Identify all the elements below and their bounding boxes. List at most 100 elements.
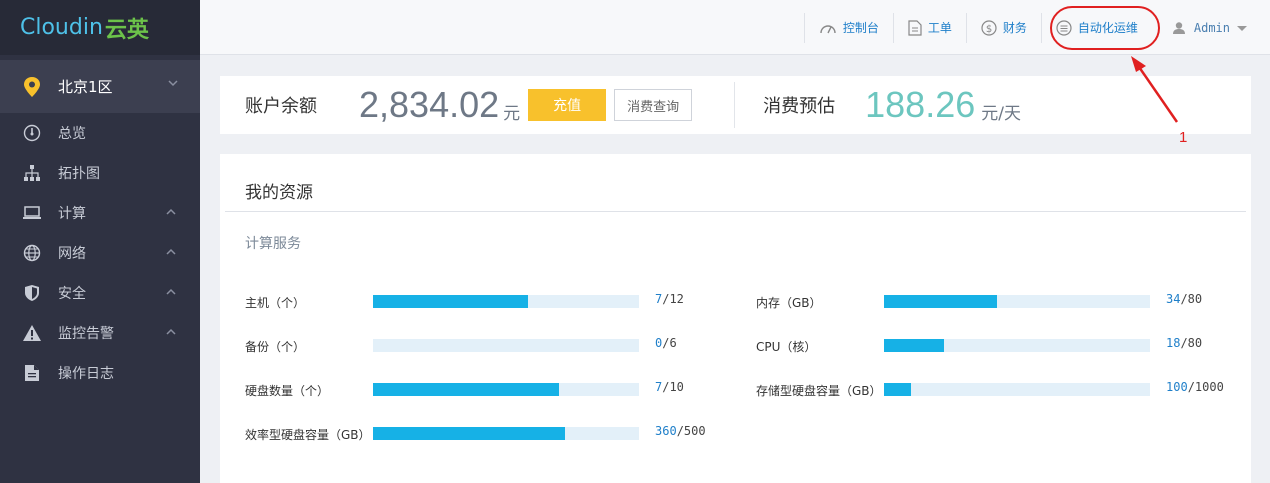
user-name: Admin [1193,20,1230,35]
usage-bar [373,295,639,308]
usage-value: 18/80 [1166,336,1202,350]
usage-value: 0/6 [655,336,677,350]
resource-row-backups: 备份（个） 0/6 [245,334,715,354]
sidebar-item-label: 总览 [58,126,86,142]
location-pin-icon [24,76,40,97]
usage-total: /10 [662,380,684,394]
usage-total: /12 [662,292,684,306]
usage-fill [373,295,529,308]
sidebar-item-label: 网络 [58,246,86,262]
usage-total: /80 [1180,292,1203,306]
usage-fill [884,383,911,396]
region-label: 北京1区 [58,78,113,96]
usage-used: 360 [655,424,677,438]
chevron-up-icon [166,288,176,295]
usage-fill [884,295,998,308]
globe-icon [22,243,42,263]
usage-used: 34 [1166,292,1181,306]
usage-bar [373,383,639,396]
resources-card: 我的资源 计算服务 主机（个） 7/12 备份（个） 0/6 硬盘数量（个） 7… [220,154,1251,483]
sidebar-item-overview[interactable]: 总览 [0,113,200,153]
user-menu[interactable]: Admin [1152,21,1270,35]
sidebar-item-compute[interactable]: 计算 [0,193,200,233]
gauge-icon [820,24,836,33]
resource-row-cpu: CPU（核） 18/80 [756,334,1226,354]
sidebar-item-label: 监控告警 [58,326,114,342]
sidebar-item-monitoring[interactable]: 监控告警 [0,313,200,353]
estimate-unit: 元/天 [981,103,1021,124]
usage-total: /500 [676,424,706,438]
topnav-ticket-label: 工单 [927,21,952,35]
topnav-finance[interactable]: $ 财务 [965,12,1041,43]
sidebar-nav: 总览 拓扑图 计算 网络 安全 监控告警 操作日志 [0,113,200,393]
usage-bar [373,339,639,352]
resource-row-memory: 内存（GB） 34/80 [756,290,1226,310]
document-icon [22,363,42,383]
topnav-console-label: 控制台 [842,21,879,35]
shield-icon [22,283,42,303]
topnav-finance-label: 财务 [1002,21,1027,35]
sidebar: Cloudin 云英 北京1区 总览 拓扑图 计算 网络 安全 监控告警 操作日… [0,0,200,483]
consumption-query-button[interactable]: 消费查询 [614,89,693,121]
sidebar-item-topology[interactable]: 拓扑图 [0,153,200,193]
usage-total: /1000 [1187,380,1224,394]
resource-label: 硬盘数量（个） [245,384,330,398]
usage-bar [884,339,1150,352]
dashboard-icon [22,123,42,143]
sidebar-item-network[interactable]: 网络 [0,233,200,273]
annotation-circle [1050,6,1160,50]
resource-label: 备份（个） [245,340,306,354]
dollar-icon: $ [981,19,997,36]
top-nav: 控制台 工单 $ 财务 自动化运维 Admin [803,0,1270,55]
topnav-console[interactable]: 控制台 [803,12,893,43]
balance-label: 账户余额 [245,96,317,117]
estimate-label: 消费预估 [763,96,836,117]
resources-subtitle: 计算服务 [245,236,301,252]
resource-label: 主机（个） [245,296,306,310]
resource-label: 内存（GB） [756,296,822,310]
chevron-up-icon [166,328,176,335]
topnav-ticket[interactable]: 工单 [892,12,966,43]
resource-row-storage-disk: 存储型硬盘容量（GB） 100/1000 [756,378,1226,398]
balance-unit: 元 [503,103,521,124]
usage-fill [373,383,560,396]
sidebar-item-label: 计算 [58,206,86,222]
usage-total: /6 [662,336,677,350]
usage-fill [884,339,944,352]
balance-card: 账户余额 2,834.02 元 充值 消费查询 消费预估 188.26 元/天 [220,76,1251,134]
sidebar-item-label: 拓扑图 [58,166,100,182]
file-icon [908,19,922,36]
user-icon [1172,21,1185,34]
chevron-down-icon [168,80,178,87]
warning-icon [22,323,42,343]
sidebar-item-security[interactable]: 安全 [0,273,200,313]
sidebar-item-label: 安全 [58,286,86,302]
logo-text: Cloudin [20,15,103,40]
usage-bar [884,295,1150,308]
usage-used: 100 [1166,380,1188,394]
resource-label: 效率型硬盘容量（GB） [245,428,371,442]
chevron-up-icon [166,248,176,255]
resource-label: CPU（核） [756,340,817,354]
region-selector[interactable]: 北京1区 [0,60,200,113]
resource-row-hosts: 主机（个） 7/12 [245,290,715,310]
estimate-amount: 188.26 [865,84,976,125]
usage-value: 7/12 [655,292,684,306]
usage-fill [373,427,565,440]
logo-text-zh: 云英 [104,17,149,43]
divider [734,82,736,128]
sidebar-item-logs[interactable]: 操作日志 [0,353,200,393]
annotation-number: 1 [1179,129,1188,146]
resource-row-disks: 硬盘数量（个） 7/10 [245,378,715,398]
laptop-icon [22,203,42,223]
resource-row-efficiency-disk: 效率型硬盘容量（GB） 360/500 [245,422,715,442]
sidebar-item-label: 操作日志 [58,366,114,382]
caret-down-icon [1237,25,1247,31]
usage-value: 7/10 [655,380,684,394]
logo[interactable]: Cloudin 云英 [0,0,200,55]
usage-value: 34/80 [1166,292,1202,306]
recharge-button[interactable]: 充值 [528,89,607,121]
usage-bar [884,383,1150,396]
usage-total: /80 [1180,336,1203,350]
chevron-up-icon [166,208,176,215]
